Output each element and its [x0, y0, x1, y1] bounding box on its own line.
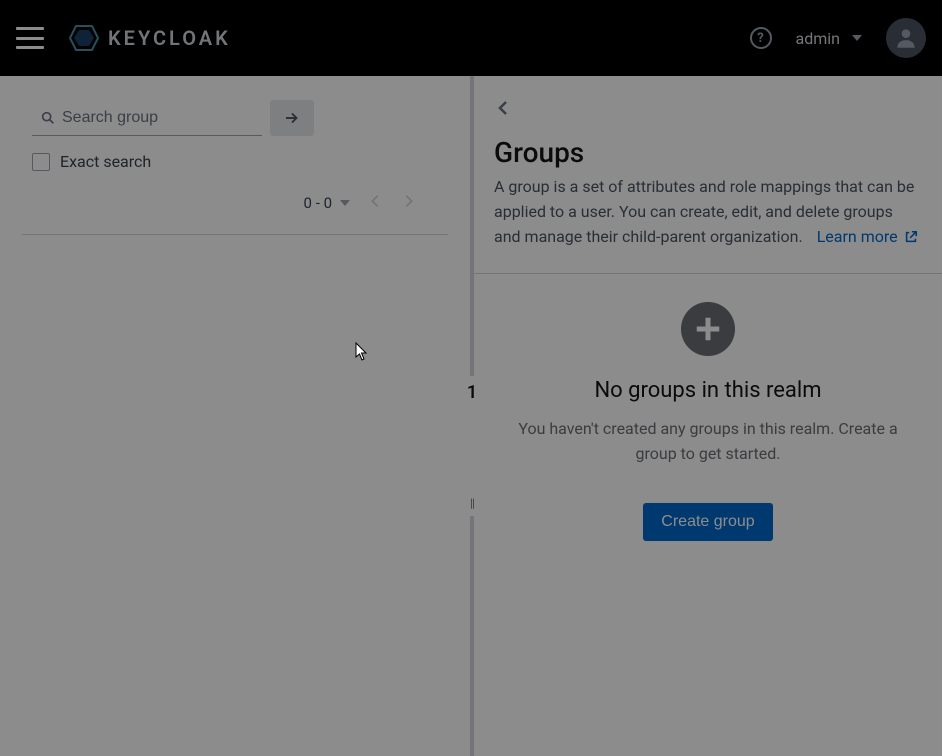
- divider: [22, 234, 448, 235]
- page-next-button[interactable]: [400, 189, 418, 216]
- user-menu[interactable]: admin: [796, 29, 862, 48]
- groups-tree-panel: Exact search 0 - 0: [0, 76, 470, 756]
- back-button[interactable]: [494, 96, 512, 120]
- learn-more-link[interactable]: Learn more: [817, 225, 918, 250]
- pagination: 0 - 0: [32, 189, 438, 216]
- user-icon: [893, 25, 919, 51]
- help-icon[interactable]: ?: [750, 27, 772, 49]
- exact-search-row: Exact search: [32, 152, 438, 171]
- chevron-left-icon: [498, 100, 508, 116]
- search-input[interactable]: [32, 101, 262, 136]
- brand-logo[interactable]: KEYCLOAK: [68, 22, 231, 54]
- search-submit-button[interactable]: [270, 100, 314, 136]
- page-description: A group is a set of attributes and role …: [494, 175, 922, 249]
- caret-down-icon: [852, 35, 862, 41]
- chevron-left-icon: [370, 194, 380, 208]
- empty-state-add-icon: [681, 302, 735, 356]
- page-title: Groups: [494, 136, 922, 169]
- username-label: admin: [796, 29, 840, 48]
- search-input-wrap: [32, 101, 262, 136]
- empty-state: No groups in this realm You haven't crea…: [494, 302, 922, 541]
- chevron-right-icon: [404, 194, 414, 208]
- exact-search-checkbox[interactable]: [32, 153, 50, 171]
- plus-icon: [693, 314, 723, 344]
- empty-state-title: No groups in this realm: [594, 378, 821, 403]
- search-icon: [40, 110, 56, 126]
- header-right: ? admin: [750, 18, 926, 58]
- brand-name: KEYCLOAK: [108, 26, 231, 50]
- search-row: [32, 100, 438, 136]
- page-range-dropdown[interactable]: 0 - 0: [304, 194, 350, 212]
- divider: [474, 273, 942, 274]
- main-content: Exact search 0 - 0 1 ||: [0, 76, 942, 756]
- page-range-label: 0 - 0: [304, 194, 332, 212]
- empty-state-description: You haven't created any groups in this r…: [508, 417, 908, 467]
- arrow-right-icon: [283, 109, 301, 127]
- exact-search-label: Exact search: [60, 152, 151, 171]
- caret-down-icon: [340, 200, 350, 206]
- page-prev-button[interactable]: [366, 189, 384, 216]
- menu-toggle-button[interactable]: [16, 27, 44, 49]
- app-header: KEYCLOAK ? admin: [0, 0, 942, 76]
- create-group-button[interactable]: Create group: [643, 503, 772, 541]
- external-link-icon: [904, 230, 918, 244]
- learn-more-label: Learn more: [817, 225, 898, 250]
- avatar[interactable]: [886, 18, 926, 58]
- keycloak-logo-icon: [68, 22, 100, 54]
- groups-detail-panel: Groups A group is a set of attributes an…: [474, 76, 942, 756]
